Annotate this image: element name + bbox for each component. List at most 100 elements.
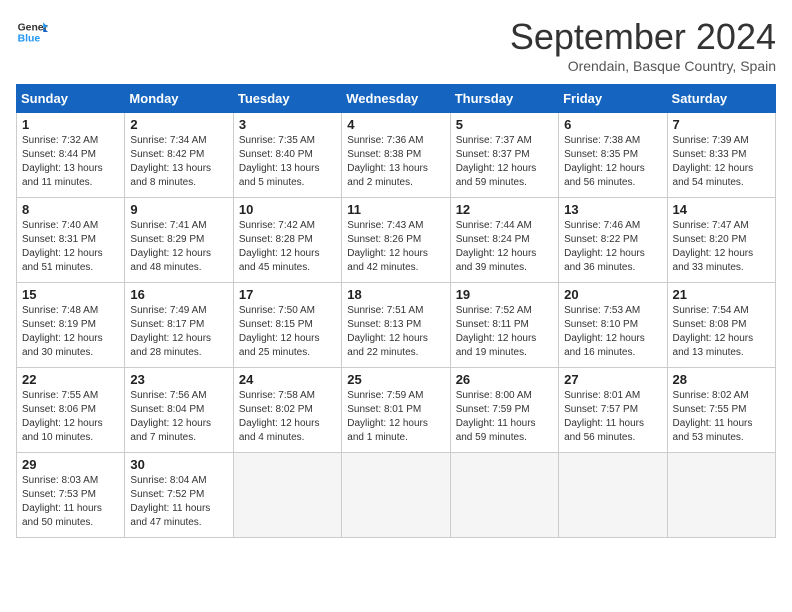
calendar-cell: 14 Sunrise: 7:47 AM Sunset: 8:20 PM Dayli… — [667, 198, 775, 283]
cell-info: Sunrise: 7:58 AM Sunset: 8:02 PM Dayligh… — [239, 389, 336, 445]
day-number: 14 — [673, 202, 770, 217]
day-number: 24 — [239, 372, 336, 387]
cell-info: Sunrise: 7:50 AM Sunset: 8:15 PM Dayligh… — [239, 304, 336, 360]
cell-info: Sunrise: 7:44 AM Sunset: 8:24 PM Dayligh… — [456, 219, 553, 275]
header-monday: Monday — [125, 85, 233, 113]
cell-info: Sunrise: 7:37 AM Sunset: 8:37 PM Dayligh… — [456, 134, 553, 190]
calendar-cell: 19 Sunrise: 7:52 AM Sunset: 8:11 PM Dayli… — [450, 283, 558, 368]
calendar-cell: 4 Sunrise: 7:36 AM Sunset: 8:38 PM Daylig… — [342, 113, 450, 198]
day-number: 11 — [347, 202, 444, 217]
cell-info: Sunrise: 7:46 AM Sunset: 8:22 PM Dayligh… — [564, 219, 661, 275]
cell-info: Sunrise: 7:48 AM Sunset: 8:19 PM Dayligh… — [22, 304, 119, 360]
day-number: 12 — [456, 202, 553, 217]
calendar-cell: 24 Sunrise: 7:58 AM Sunset: 8:02 PM Dayli… — [233, 368, 341, 453]
calendar-cell: 30 Sunrise: 8:04 AM Sunset: 7:52 PM Dayli… — [125, 453, 233, 538]
calendar-cell — [559, 453, 667, 538]
week-row-3: 15 Sunrise: 7:48 AM Sunset: 8:19 PM Dayli… — [17, 283, 776, 368]
day-number: 23 — [130, 372, 227, 387]
day-number: 26 — [456, 372, 553, 387]
logo: General Blue — [16, 16, 48, 48]
calendar-cell: 28Sunrise: 8:02 AM Sunset: 7:55 PM Dayli… — [667, 368, 775, 453]
month-title: September 2024 — [510, 16, 776, 58]
cell-info: Sunrise: 8:03 AM Sunset: 7:53 PM Dayligh… — [22, 474, 119, 530]
header-sunday: Sunday — [17, 85, 125, 113]
cell-info: Sunrise: 7:35 AM Sunset: 8:40 PM Dayligh… — [239, 134, 336, 190]
calendar-cell: 8 Sunrise: 7:40 AM Sunset: 8:31 PM Daylig… — [17, 198, 125, 283]
header-saturday: Saturday — [667, 85, 775, 113]
cell-info: Sunrise: 8:01 AM Sunset: 7:57 PM Dayligh… — [564, 389, 661, 445]
cell-info: Sunrise: 7:39 AM Sunset: 8:33 PM Dayligh… — [673, 134, 770, 190]
calendar-cell: 10 Sunrise: 7:42 AM Sunset: 8:28 PM Dayli… — [233, 198, 341, 283]
day-number: 17 — [239, 287, 336, 302]
cell-info: Sunrise: 7:54 AM Sunset: 8:08 PM Dayligh… — [673, 304, 770, 360]
day-number: 21 — [673, 287, 770, 302]
calendar-cell — [450, 453, 558, 538]
calendar-table: SundayMondayTuesdayWednesdayThursdayFrid… — [16, 84, 776, 538]
logo-icon: General Blue — [16, 16, 48, 48]
week-row-5: 29 Sunrise: 8:03 AM Sunset: 7:53 PM Dayli… — [17, 453, 776, 538]
day-number: 5 — [456, 117, 553, 132]
day-number: 30 — [130, 457, 227, 472]
cell-info: Sunrise: 7:41 AM Sunset: 8:29 PM Dayligh… — [130, 219, 227, 275]
calendar-cell: 6Sunrise: 7:38 AM Sunset: 8:35 PM Daylig… — [559, 113, 667, 198]
day-number: 6 — [564, 117, 661, 132]
calendar-cell: 27 Sunrise: 8:01 AM Sunset: 7:57 PM Dayli… — [559, 368, 667, 453]
calendar-cell: 3 Sunrise: 7:35 AM Sunset: 8:40 PM Daylig… — [233, 113, 341, 198]
calendar-cell: 11 Sunrise: 7:43 AM Sunset: 8:26 PM Dayli… — [342, 198, 450, 283]
cell-info: Sunrise: 7:36 AM Sunset: 8:38 PM Dayligh… — [347, 134, 444, 190]
week-row-2: 8 Sunrise: 7:40 AM Sunset: 8:31 PM Daylig… — [17, 198, 776, 283]
calendar-cell: 29 Sunrise: 8:03 AM Sunset: 7:53 PM Dayli… — [17, 453, 125, 538]
day-number: 4 — [347, 117, 444, 132]
day-number: 25 — [347, 372, 444, 387]
day-number: 15 — [22, 287, 119, 302]
calendar-cell: 2 Sunrise: 7:34 AM Sunset: 8:42 PM Daylig… — [125, 113, 233, 198]
svg-text:Blue: Blue — [18, 34, 41, 45]
day-number: 8 — [22, 202, 119, 217]
calendar-cell: 22Sunrise: 7:55 AM Sunset: 8:06 PM Dayli… — [17, 368, 125, 453]
day-number: 1 — [22, 117, 119, 132]
days-header-row: SundayMondayTuesdayWednesdayThursdayFrid… — [17, 85, 776, 113]
cell-info: Sunrise: 7:52 AM Sunset: 8:11 PM Dayligh… — [456, 304, 553, 360]
week-row-4: 22Sunrise: 7:55 AM Sunset: 8:06 PM Dayli… — [17, 368, 776, 453]
cell-info: Sunrise: 7:47 AM Sunset: 8:20 PM Dayligh… — [673, 219, 770, 275]
cell-info: Sunrise: 8:00 AM Sunset: 7:59 PM Dayligh… — [456, 389, 553, 445]
day-number: 13 — [564, 202, 661, 217]
cell-info: Sunrise: 7:55 AM Sunset: 8:06 PM Dayligh… — [22, 389, 119, 445]
week-row-1: 1 Sunrise: 7:32 AM Sunset: 8:44 PM Daylig… — [17, 113, 776, 198]
title-area: September 2024 Orendain, Basque Country,… — [510, 16, 776, 74]
cell-info: Sunrise: 7:53 AM Sunset: 8:10 PM Dayligh… — [564, 304, 661, 360]
cell-info: Sunrise: 7:43 AM Sunset: 8:26 PM Dayligh… — [347, 219, 444, 275]
cell-info: Sunrise: 7:59 AM Sunset: 8:01 PM Dayligh… — [347, 389, 444, 445]
day-number: 16 — [130, 287, 227, 302]
calendar-cell: 23Sunrise: 7:56 AM Sunset: 8:04 PM Dayli… — [125, 368, 233, 453]
day-number: 29 — [22, 457, 119, 472]
day-number: 3 — [239, 117, 336, 132]
calendar-cell: 15 Sunrise: 7:48 AM Sunset: 8:19 PM Dayli… — [17, 283, 125, 368]
cell-info: Sunrise: 7:34 AM Sunset: 8:42 PM Dayligh… — [130, 134, 227, 190]
day-number: 9 — [130, 202, 227, 217]
day-number: 2 — [130, 117, 227, 132]
day-number: 20 — [564, 287, 661, 302]
calendar-cell: 17 Sunrise: 7:50 AM Sunset: 8:15 PM Dayli… — [233, 283, 341, 368]
day-number: 19 — [456, 287, 553, 302]
cell-info: Sunrise: 8:04 AM Sunset: 7:52 PM Dayligh… — [130, 474, 227, 530]
day-number: 7 — [673, 117, 770, 132]
header-friday: Friday — [559, 85, 667, 113]
day-number: 27 — [564, 372, 661, 387]
calendar-cell: 16 Sunrise: 7:49 AM Sunset: 8:17 PM Dayli… — [125, 283, 233, 368]
calendar-cell: 7 Sunrise: 7:39 AM Sunset: 8:33 PM Daylig… — [667, 113, 775, 198]
cell-info: Sunrise: 8:02 AM Sunset: 7:55 PM Dayligh… — [673, 389, 770, 445]
calendar-cell: 12 Sunrise: 7:44 AM Sunset: 8:24 PM Dayli… — [450, 198, 558, 283]
cell-info: Sunrise: 7:32 AM Sunset: 8:44 PM Dayligh… — [22, 134, 119, 190]
cell-info: Sunrise: 7:49 AM Sunset: 8:17 PM Dayligh… — [130, 304, 227, 360]
calendar-cell: 9 Sunrise: 7:41 AM Sunset: 8:29 PM Daylig… — [125, 198, 233, 283]
header: General Blue September 2024 Orendain, Ba… — [16, 16, 776, 74]
header-wednesday: Wednesday — [342, 85, 450, 113]
cell-info: Sunrise: 7:42 AM Sunset: 8:28 PM Dayligh… — [239, 219, 336, 275]
cell-info: Sunrise: 7:40 AM Sunset: 8:31 PM Dayligh… — [22, 219, 119, 275]
calendar-cell — [233, 453, 341, 538]
cell-info: Sunrise: 7:51 AM Sunset: 8:13 PM Dayligh… — [347, 304, 444, 360]
calendar-cell: 21 Sunrise: 7:54 AM Sunset: 8:08 PM Dayli… — [667, 283, 775, 368]
day-number: 10 — [239, 202, 336, 217]
calendar-cell: 5 Sunrise: 7:37 AM Sunset: 8:37 PM Daylig… — [450, 113, 558, 198]
